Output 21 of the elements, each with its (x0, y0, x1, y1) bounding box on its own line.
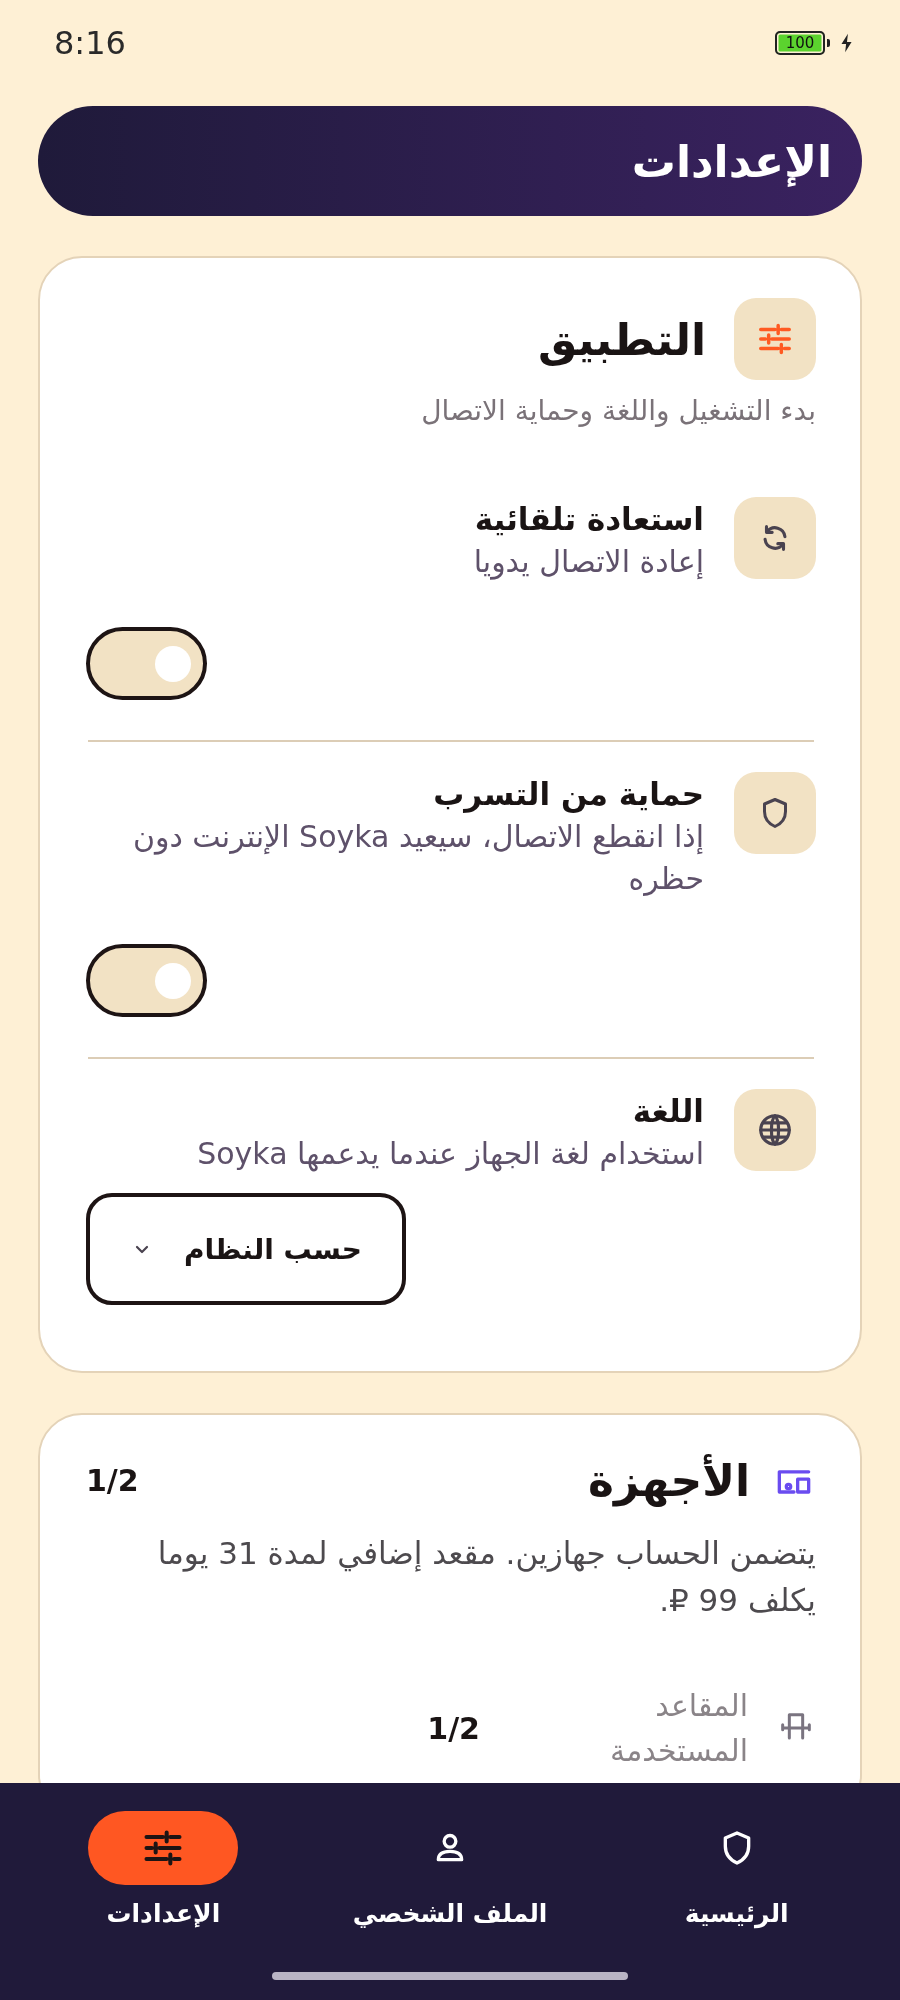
setting-title: اللغة (631, 1093, 704, 1129)
setting-title: حماية من التسرب (432, 776, 704, 812)
battery-indicator: 100 (775, 31, 825, 55)
nav-tab[interactable]: الإعدادات (20, 1783, 307, 2000)
setting-title: استعادة تلقائية (473, 501, 704, 537)
clock: 8:16 (54, 24, 126, 62)
section-subtitle: بدء التشغيل واللغة وحماية الاتصال (420, 394, 816, 427)
stat-value: 1/2 (427, 1710, 480, 1746)
language-dropdown[interactable]: حسب النظام (86, 1193, 406, 1305)
globe-icon (756, 1111, 794, 1149)
stat-label: المقاعد المستخدمة (609, 1687, 748, 1770)
page-title: الإعدادات (631, 135, 832, 187)
section-title: التطبيق (538, 313, 706, 365)
setting-description: إعادة الاتصال يدويا (472, 543, 704, 582)
section-description: يتضمن الحساب جهازين. مقعد إضافي لمدة 31 يوما يكلف 99 ₽. (156, 1534, 816, 1620)
nav-tab[interactable]: الملف الشخصي (306, 1783, 594, 2000)
setting-description: إذا انقطع الاتصال، سيعيد Soyka الإنترنت دون حظره (131, 818, 704, 898)
section-title: الأجهزة (587, 1455, 750, 1506)
device-count: 1/2 (86, 1463, 139, 1498)
setting-description: استخدام لغة الجهاز عندما يدعمها Soyka (196, 1135, 704, 1174)
nav-tab[interactable]: الرئيسية (593, 1783, 880, 2000)
